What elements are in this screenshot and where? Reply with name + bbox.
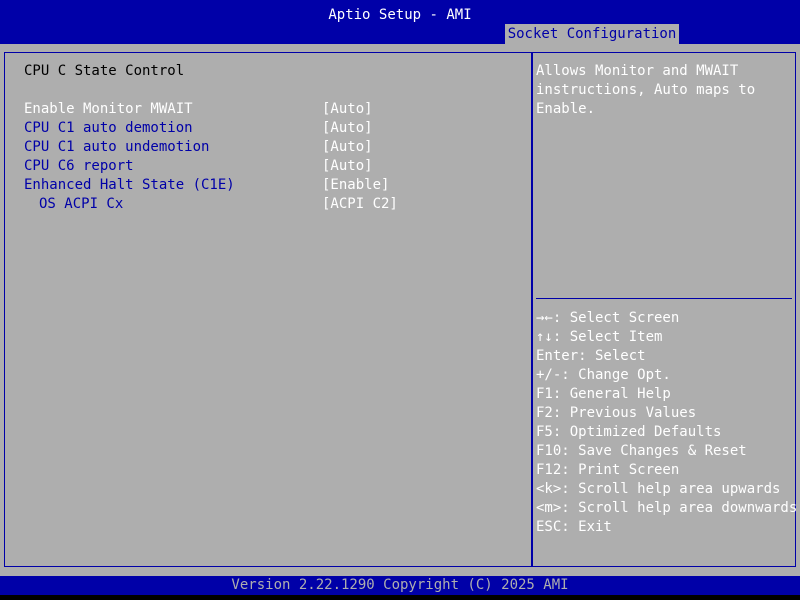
- option-value-cpu-c1-auto-undemotion[interactable]: [Auto]: [322, 138, 373, 157]
- app-title: Aptio Setup - AMI: [328, 7, 472, 23]
- key-hint-previous-values: F2: Previous Values: [536, 405, 697, 421]
- key-hint-select-item: ↑↓: Select Item: [536, 329, 663, 345]
- option-enable-monitor-mwait[interactable]: Enable Monitor MWAIT: [24, 100, 193, 119]
- panel-divider: [531, 52, 533, 566]
- key-hint-enter: Enter: Select: [536, 348, 646, 364]
- option-value-enable-monitor-mwait[interactable]: [Auto]: [322, 100, 373, 119]
- section-title: CPU C State Control: [24, 63, 185, 79]
- version-text: Version 2.22.1290 Copyright (C) 2025 AMI: [231, 577, 569, 593]
- help-description: Allows Monitor and MWAIT instructions, A…: [536, 63, 764, 117]
- key-hint-save-reset: F10: Save Changes & Reset: [536, 443, 747, 459]
- help-divider: [536, 298, 792, 299]
- option-value-enhanced-halt-state[interactable]: [Enable]: [322, 176, 389, 195]
- option-enhanced-halt-state[interactable]: Enhanced Halt State (C1E): [24, 176, 235, 195]
- option-cpu-c6-report[interactable]: CPU C6 report: [24, 157, 134, 176]
- option-os-acpi-cx[interactable]: OS ACPI Cx: [39, 195, 123, 214]
- key-hint-scroll-up: <k>: Scroll help area upwards: [536, 481, 781, 497]
- option-cpu-c1-auto-demotion[interactable]: CPU C1 auto demotion: [24, 119, 193, 138]
- option-value-cpu-c1-auto-demotion[interactable]: [Auto]: [322, 119, 373, 138]
- key-hint-optimized-defaults: F5: Optimized Defaults: [536, 424, 722, 440]
- key-hint-select-screen: →←: Select Screen: [536, 310, 680, 326]
- tab-socket-configuration[interactable]: Socket Configuration: [505, 24, 679, 44]
- key-hint-change-opt: +/-: Change Opt.: [536, 367, 671, 383]
- option-cpu-c1-auto-undemotion[interactable]: CPU C1 auto undemotion: [24, 138, 209, 157]
- option-value-os-acpi-cx[interactable]: [ACPI C2]: [322, 195, 398, 214]
- key-hint-exit: ESC: Exit: [536, 519, 612, 535]
- key-hint-print-screen: F12: Print Screen: [536, 462, 680, 478]
- key-hint-scroll-down: <m>: Scroll help area downwards: [536, 500, 798, 516]
- key-hint-general-help: F1: General Help: [536, 386, 671, 402]
- option-value-cpu-c6-report[interactable]: [Auto]: [322, 157, 373, 176]
